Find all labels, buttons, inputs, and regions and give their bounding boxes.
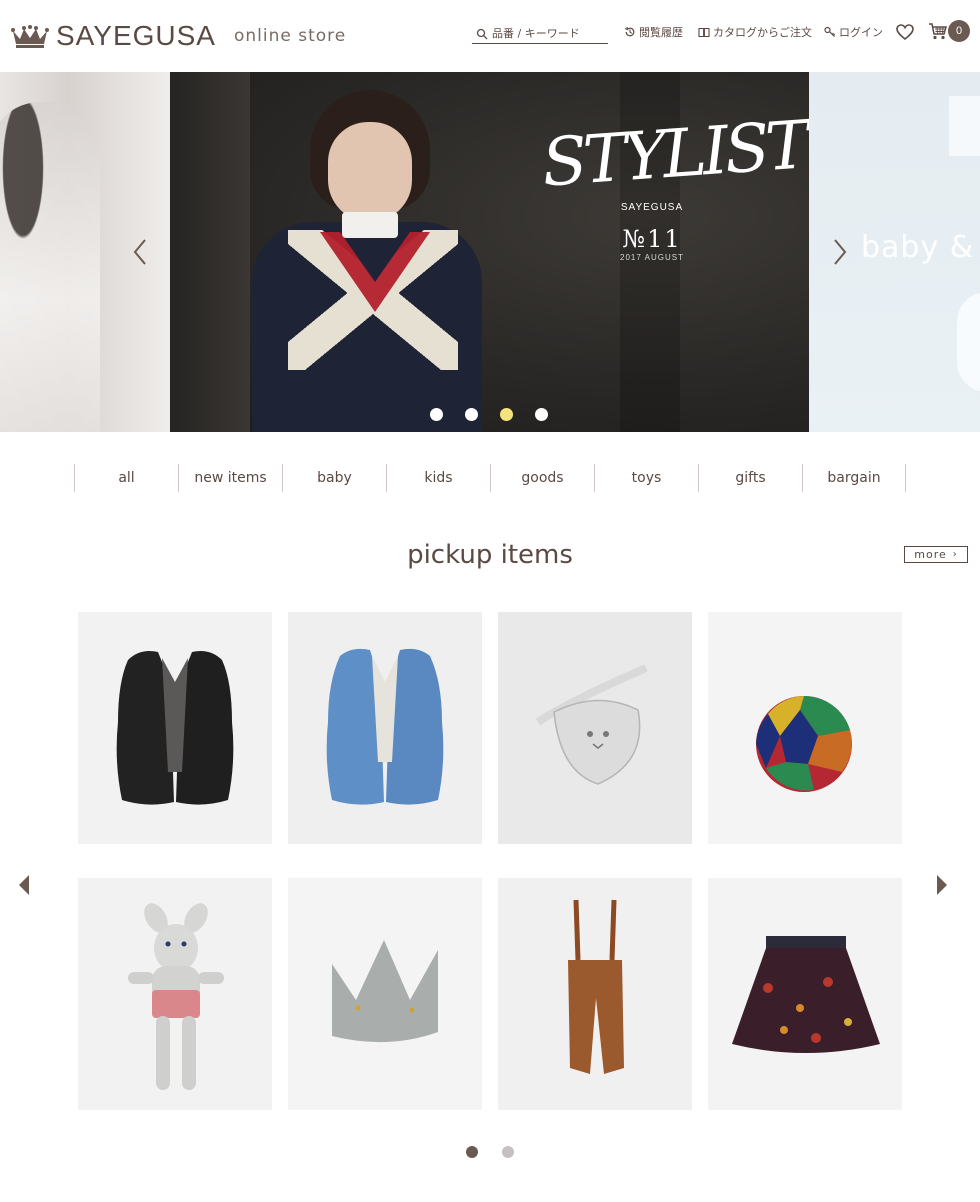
hero-dot[interactable] bbox=[465, 408, 478, 421]
hero-pagination bbox=[430, 408, 548, 421]
slide-model-face bbox=[328, 122, 412, 222]
product-card[interactable] bbox=[498, 878, 692, 1110]
brand-name: SAYEGUSA bbox=[56, 20, 216, 51]
more-label: more bbox=[914, 548, 947, 561]
catalog-order-label: カタログからご注文 bbox=[713, 26, 812, 39]
history-icon bbox=[624, 26, 635, 37]
cart-button[interactable]: 0 bbox=[928, 20, 970, 42]
site-header: SAYEGUSA online store 閲覧履歴 カタログからご注文 ログイ… bbox=[0, 0, 980, 72]
hero-next-arrow-icon[interactable] bbox=[830, 238, 850, 266]
category-goods[interactable]: goods bbox=[490, 464, 594, 492]
fur-vest-blue-image bbox=[288, 612, 482, 844]
hero-dot[interactable] bbox=[430, 408, 443, 421]
silver-bag-image bbox=[498, 612, 692, 844]
product-card[interactable] bbox=[498, 612, 692, 844]
product-card[interactable] bbox=[708, 612, 902, 844]
fur-vest-black-image bbox=[78, 612, 272, 844]
history-label: 閲覧履歴 bbox=[639, 26, 683, 39]
search-icon bbox=[476, 28, 488, 39]
logo[interactable]: SAYEGUSA online store bbox=[10, 20, 346, 52]
product-grid bbox=[78, 612, 902, 1110]
product-card[interactable] bbox=[288, 878, 482, 1110]
history-link[interactable]: 閲覧履歴 bbox=[624, 24, 683, 40]
category-bargain[interactable]: bargain bbox=[802, 464, 906, 492]
category-gifts[interactable]: gifts bbox=[698, 464, 802, 492]
hero-dot-active[interactable] bbox=[500, 408, 513, 421]
category-kids[interactable]: kids bbox=[386, 464, 490, 492]
category-new-items[interactable]: new items bbox=[178, 464, 282, 492]
next-slide-text: baby & gi bbox=[861, 230, 980, 265]
knit-bunny-image bbox=[78, 878, 272, 1110]
slide-title: STYLIST bbox=[539, 106, 809, 202]
product-card[interactable] bbox=[708, 878, 902, 1110]
products-next-arrow-icon[interactable] bbox=[934, 874, 950, 896]
product-card[interactable] bbox=[288, 612, 482, 844]
patchwork-ball-image bbox=[708, 612, 902, 844]
products-dot-active[interactable] bbox=[466, 1146, 478, 1158]
slide-date: 2017 AUGUST bbox=[620, 253, 684, 262]
catalog-order-link[interactable]: カタログからご注文 bbox=[698, 24, 812, 40]
products-pagination bbox=[466, 1146, 514, 1158]
login-link[interactable]: ログイン bbox=[824, 24, 883, 40]
login-label: ログイン bbox=[839, 26, 883, 39]
slide-brand: SAYEGUSA bbox=[620, 202, 684, 213]
felt-crown-image bbox=[288, 878, 482, 1110]
crown-icon bbox=[11, 25, 49, 48]
hero-carousel[interactable]: STYLIST SAYEGUSA №11 2017 AUGUST baby & … bbox=[0, 72, 980, 432]
category-toys[interactable]: toys bbox=[594, 464, 698, 492]
floral-skirt-image bbox=[708, 878, 902, 1110]
hero-prev-arrow-icon[interactable] bbox=[130, 238, 150, 266]
slide-issue: №11 bbox=[622, 225, 682, 253]
category-nav: all new items baby kids goods toys gifts… bbox=[74, 464, 906, 492]
chevron-right-icon: › bbox=[952, 549, 958, 560]
pickup-title: pickup items bbox=[407, 540, 573, 570]
store-subtitle: online store bbox=[233, 26, 347, 46]
category-baby[interactable]: baby bbox=[282, 464, 386, 492]
current-slide[interactable]: STYLIST SAYEGUSA №11 2017 AUGUST bbox=[170, 72, 809, 432]
knit-overalls-image bbox=[498, 878, 692, 1110]
previous-slide-image bbox=[0, 102, 100, 432]
more-button[interactable]: more › bbox=[904, 546, 968, 563]
product-card[interactable] bbox=[78, 878, 272, 1110]
slide-caption: STYLIST SAYEGUSA №11 2017 AUGUST bbox=[540, 106, 809, 262]
product-card[interactable] bbox=[78, 612, 272, 844]
key-icon bbox=[824, 26, 836, 37]
cart-count-badge: 0 bbox=[948, 20, 970, 42]
book-icon bbox=[698, 27, 710, 38]
products-dot[interactable] bbox=[502, 1146, 514, 1158]
search-box[interactable] bbox=[472, 24, 608, 44]
hero-dot[interactable] bbox=[535, 408, 548, 421]
cart-icon bbox=[929, 23, 947, 40]
heart-icon[interactable] bbox=[896, 24, 914, 40]
products-prev-arrow-icon[interactable] bbox=[16, 874, 32, 896]
category-all[interactable]: all bbox=[74, 464, 178, 492]
search-input[interactable] bbox=[492, 27, 602, 40]
